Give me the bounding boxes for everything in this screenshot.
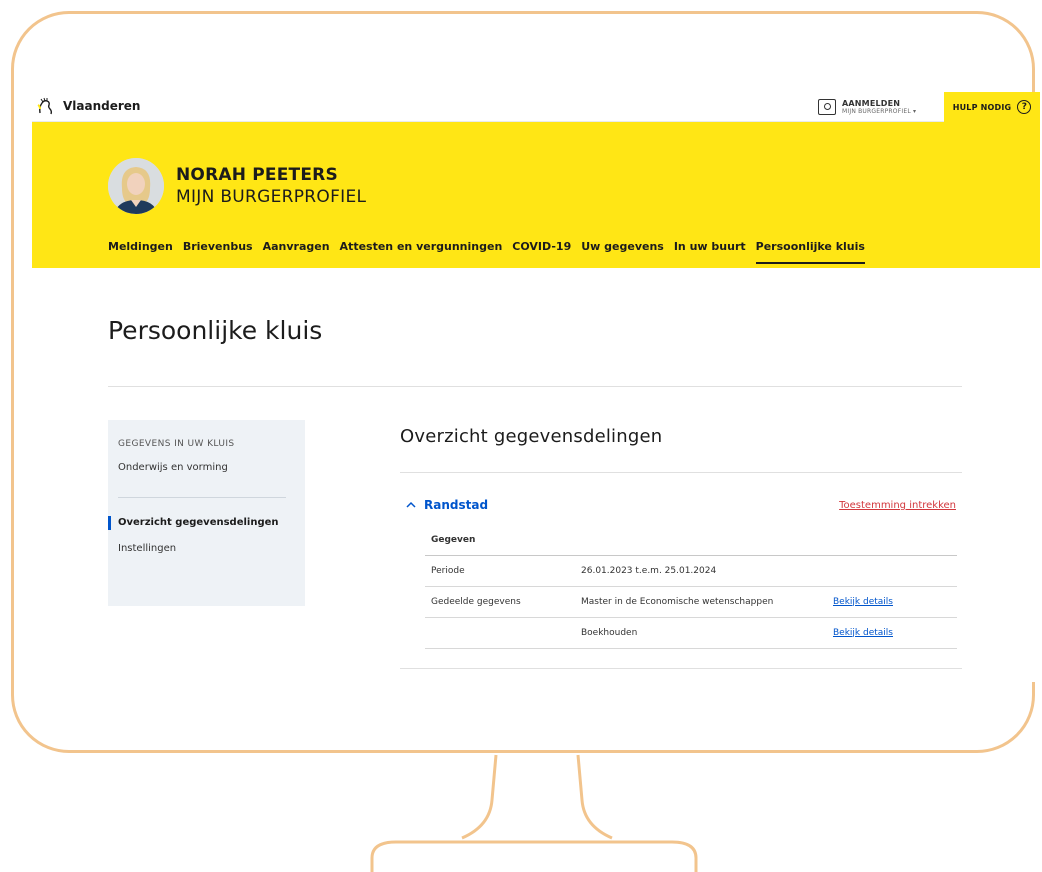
side-nav-item-overzicht[interactable]: Overzicht gegevensdelingen <box>118 517 279 528</box>
accordion-header[interactable]: Randstad Toestemming intrekken <box>400 496 962 516</box>
view-details-link[interactable]: Bekijk details <box>827 617 957 649</box>
divider <box>108 386 962 387</box>
accordion-title[interactable]: Randstad <box>424 498 488 512</box>
nav-item-persoonlijke-kluis[interactable]: Persoonlijke kluis <box>755 240 865 264</box>
screen: Vlaanderen AANMELDEN MIJN BURGERPROFIEL … <box>32 92 1040 682</box>
chevron-up-icon[interactable] <box>404 498 418 512</box>
help-label: HULP NODIG <box>952 102 1012 112</box>
table-header-row: Gegeven <box>425 525 957 556</box>
global-header: Vlaanderen AANMELDEN MIJN BURGERPROFIEL … <box>32 92 1040 122</box>
avatar-portrait-icon <box>108 158 164 214</box>
profile-header: NORAH PEETERS MIJN BURGERPROFIEL Melding… <box>32 122 1040 268</box>
divider <box>400 472 962 473</box>
row-label <box>425 617 575 649</box>
profile-subtitle: MIJN BURGERPROFIEL <box>176 187 367 207</box>
nav-item-aanvragen[interactable]: Aanvragen <box>263 240 330 264</box>
side-nav-heading: GEGEVENS IN UW KLUIS <box>118 439 235 449</box>
login-text: AANMELDEN MIJN BURGERPROFIEL ▾ <box>842 98 917 115</box>
side-nav-divider <box>118 497 286 498</box>
row-link-empty <box>827 555 957 587</box>
side-nav: GEGEVENS IN UW KLUIS Onderwijs en vormin… <box>108 420 305 606</box>
nav-item-covid[interactable]: COVID-19 <box>512 240 571 264</box>
table-row: Boekhouden Bekijk details <box>425 617 957 649</box>
column-header-empty <box>827 525 957 556</box>
nav-item-brievenbus[interactable]: Brievenbus <box>183 240 253 264</box>
active-indicator <box>108 516 111 530</box>
brand-name[interactable]: Vlaanderen <box>63 99 140 113</box>
question-circle-icon: ? <box>1017 100 1032 114</box>
flemish-lion-logo-icon[interactable] <box>36 97 56 117</box>
nav-item-attesten[interactable]: Attesten en vergunningen <box>340 240 503 264</box>
row-value: 26.01.2023 t.e.m. 25.01.2024 <box>575 555 827 587</box>
column-header: Gegeven <box>425 525 575 556</box>
side-nav-item-instellingen[interactable]: Instellingen <box>118 543 176 554</box>
view-details-link[interactable]: Bekijk details <box>827 586 957 618</box>
nav-item-meldingen[interactable]: Meldingen <box>108 240 173 264</box>
row-label: Periode <box>425 555 575 587</box>
table-row: Gedeelde gegevens Master in de Economisc… <box>425 586 957 618</box>
revoke-consent-link[interactable]: Toestemming intrekken <box>839 500 956 511</box>
data-sharing-table: Gegeven Periode 26.01.2023 t.e.m. 25.01.… <box>425 525 957 649</box>
divider <box>400 668 962 669</box>
column-header-empty <box>575 525 827 556</box>
login-label: AANMELDEN <box>842 98 901 108</box>
side-nav-item-onderwijs[interactable]: Onderwijs en vorming <box>118 462 228 473</box>
login-button[interactable]: AANMELDEN MIJN BURGERPROFIEL ▾ <box>818 95 916 119</box>
avatar <box>108 158 164 214</box>
help-button[interactable]: HULP NODIG ? <box>944 92 1040 122</box>
section-title: Overzicht gegevensdelingen <box>400 426 663 447</box>
login-sub-label: MIJN BURGERPROFIEL ▾ <box>842 107 917 115</box>
user-card-icon <box>818 99 836 115</box>
row-value: Boekhouden <box>575 617 827 649</box>
page-title: Persoonlijke kluis <box>108 316 323 345</box>
row-value: Master in de Economische wetenschappen <box>575 586 827 618</box>
table-row: Periode 26.01.2023 t.e.m. 25.01.2024 <box>425 555 957 587</box>
nav-item-uw-gegevens[interactable]: Uw gegevens <box>581 240 664 264</box>
row-label: Gedeelde gegevens <box>425 586 575 618</box>
main-nav: Meldingen Brievenbus Aanvragen Attesten … <box>108 240 865 264</box>
nav-item-in-uw-buurt[interactable]: In uw buurt <box>674 240 746 264</box>
profile-name: NORAH PEETERS <box>176 165 338 185</box>
